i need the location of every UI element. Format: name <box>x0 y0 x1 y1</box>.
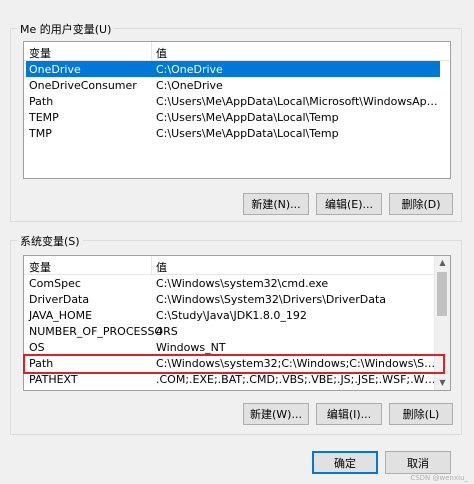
table-row[interactable]: Path C:\Users\Me\AppData\Local\Microsoft\… <box>26 93 441 109</box>
variable-name: TMP <box>29 127 52 140</box>
variable-value: C:\Windows\System32\Drivers\DriverData <box>156 293 387 306</box>
column-header-value[interactable]: 值 <box>156 259 167 275</box>
system-delete-button[interactable]: 删除(L) <box>389 403 453 425</box>
system-variables-header: 变量 值 <box>24 256 435 275</box>
variable-name: OneDrive <box>29 63 81 76</box>
variable-value: C:\OneDrive <box>156 79 223 92</box>
user-variables-group: Me 的用户变量(U) 变量 值 OneDrive C:\OneDrive OneD… <box>10 21 462 222</box>
variable-value: 4 <box>156 325 163 338</box>
variable-value: C:\Users\Me\AppData\Local\Temp <box>156 111 339 124</box>
user-variables-header: 变量 值 <box>24 42 450 61</box>
variable-name: OS <box>29 341 45 354</box>
scrollbar-thumb[interactable] <box>437 272 447 316</box>
variable-name: Path <box>29 95 54 108</box>
table-row[interactable]: OneDrive C:\OneDrive <box>26 61 440 77</box>
variable-value: C:\Windows\system32\cmd.exe <box>156 277 329 290</box>
table-row[interactable]: NUMBER_OF_PROCESSORS 4 <box>26 323 433 339</box>
user-variables-list[interactable]: 变量 值 OneDrive C:\OneDrive OneDriveConsumer… <box>23 41 451 179</box>
table-row[interactable]: JAVA_HOME C:\Study\Java\JDK1.8.0_192 <box>26 307 433 323</box>
table-row[interactable]: OS Windows_NT <box>26 339 433 355</box>
system-new-button[interactable]: 新建(W)... <box>243 403 309 425</box>
user-edit-button[interactable]: 编辑(E)... <box>316 193 382 215</box>
table-row[interactable]: TEMP C:\Users\Me\AppData\Local\Temp <box>26 109 440 125</box>
variable-value: C:\OneDrive <box>156 63 223 76</box>
table-row[interactable]: DriverData C:\Windows\System32\Drivers\Dr… <box>26 291 433 307</box>
variable-value: C:\Study\Java\JDK1.8.0_192 <box>156 309 307 322</box>
user-delete-button[interactable]: 删除(D) <box>389 193 453 215</box>
scroll-down-arrow-icon[interactable]: ▼ <box>435 376 450 390</box>
variable-name: ComSpec <box>29 277 81 290</box>
column-header-variable[interactable]: 变量 <box>29 259 51 275</box>
system-edit-button[interactable]: 编辑(I)... <box>316 403 382 425</box>
column-header-variable[interactable]: 变量 <box>29 45 51 61</box>
environment-variables-dialog: { "user_vars": { "title": "Me 的用户变量(U)",… <box>0 0 474 484</box>
user-variables-title: Me 的用户变量(U) <box>17 21 115 37</box>
table-row[interactable]: ComSpec C:\Windows\system32\cmd.exe <box>26 275 433 291</box>
variable-name: TEMP <box>29 111 59 124</box>
variable-name: JAVA_HOME <box>29 309 93 322</box>
path-highlight-box <box>23 354 445 374</box>
system-variables-title: 系统变量(S) <box>17 233 83 249</box>
cancel-button[interactable]: 取消 <box>385 451 451 474</box>
variable-value: .COM;.EXE;.BAT;.CMD;.VBS;.VBE;.JS;.JSE;.… <box>156 373 441 386</box>
table-row[interactable]: TMP C:\Users\Me\AppData\Local\Temp <box>26 125 440 141</box>
variable-name: OneDriveConsumer <box>29 79 137 92</box>
variable-name: DriverData <box>29 293 90 306</box>
table-row[interactable]: OneDriveConsumer C:\OneDrive <box>26 77 440 93</box>
system-variables-group: 系统变量(S) 变量 值 ComSpec C:\Windows\system32\… <box>10 233 462 435</box>
variable-name: PATHEXT <box>29 373 78 386</box>
column-header-value[interactable]: 值 <box>156 45 167 61</box>
watermark: CSDN @wenxiu_ <box>410 474 468 482</box>
scroll-up-arrow-icon[interactable]: ▲ <box>435 256 450 270</box>
user-new-button[interactable]: 新建(N)... <box>243 193 309 215</box>
ok-button[interactable]: 确定 <box>312 451 378 474</box>
variable-value: C:\Users\Me\AppData\Local\Microsoft\Wind… <box>156 95 441 108</box>
variable-value: Windows_NT <box>156 341 226 354</box>
variable-value: C:\Users\Me\AppData\Local\Temp <box>156 127 339 140</box>
